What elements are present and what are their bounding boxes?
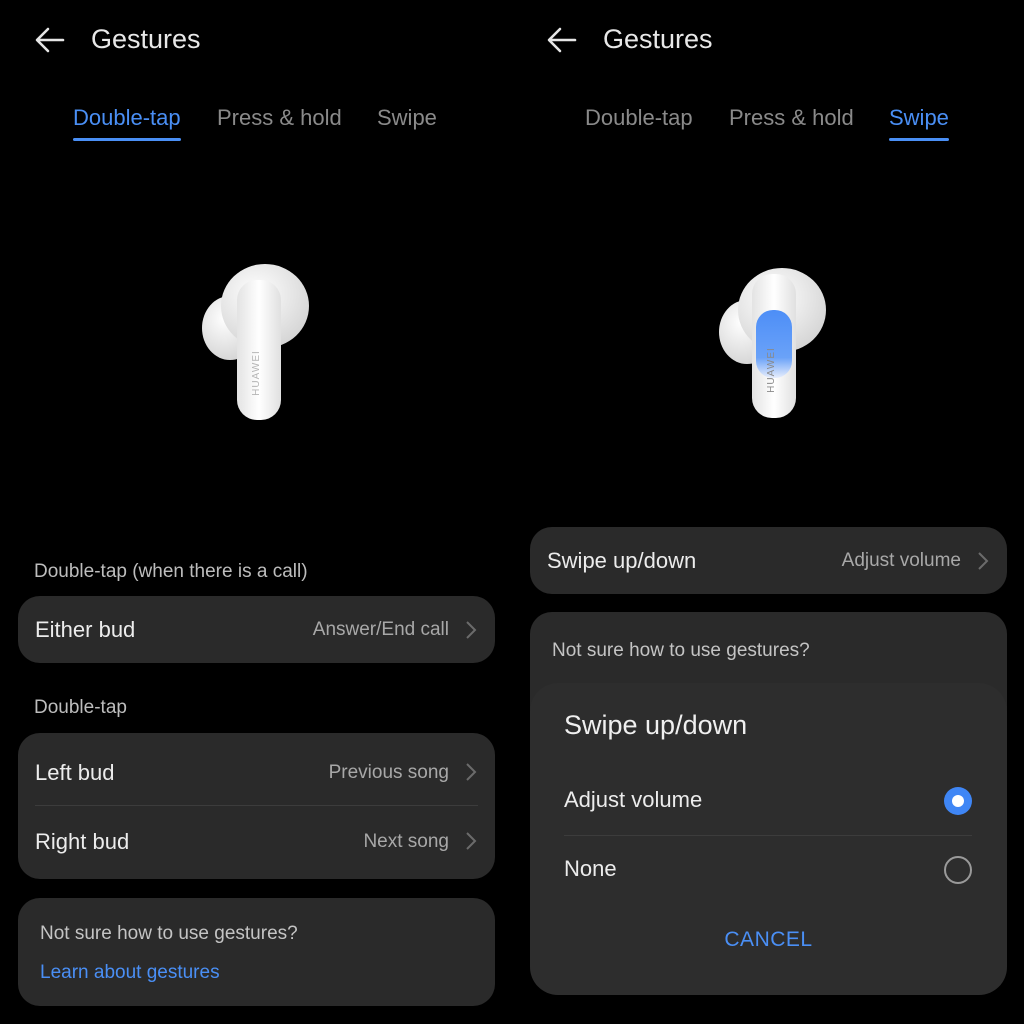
swipe-up-down-label: Swipe up/down — [547, 548, 697, 573]
option-label: None — [564, 856, 617, 881]
option-none[interactable]: None — [530, 836, 1007, 904]
help-card: Not sure how to use gestures? Learn abou… — [18, 898, 495, 1006]
back-arrow-icon[interactable] — [544, 22, 580, 58]
left-bud-row[interactable]: Left bud Previous song — [18, 733, 495, 806]
right-bud-value: Next song — [363, 831, 449, 852]
swipe-options-dialog: Swipe up/down Adjust volume None CANCEL — [530, 683, 1007, 995]
page-title: Gestures — [91, 24, 201, 54]
swipe-up-down-row[interactable]: Swipe up/down Adjust volume — [530, 527, 1007, 594]
radio-selected-icon[interactable] — [944, 787, 972, 815]
chevron-right-icon — [466, 763, 477, 781]
right-bud-label: Right bud — [35, 829, 130, 854]
left-bud-label: Left bud — [35, 760, 115, 785]
tab-swipe[interactable]: Swipe — [377, 103, 437, 133]
either-bud-label: Either bud — [35, 617, 136, 642]
double-tap-screen: Gestures Double-tap Press & hold Swipe H… — [0, 0, 512, 1024]
double-tap-section-label: Double-tap — [34, 697, 127, 718]
tab-double-tap[interactable]: Double-tap — [585, 103, 693, 133]
chevron-right-icon — [466, 832, 477, 850]
swipe-up-down-value: Adjust volume — [841, 550, 961, 571]
help-question: Not sure how to use gestures? — [552, 640, 810, 661]
chevron-right-icon — [978, 552, 989, 570]
chevron-right-icon — [466, 621, 477, 639]
help-question: Not sure how to use gestures? — [40, 923, 298, 944]
either-bud-value: Answer/End call — [312, 619, 449, 640]
earbud-illustration: HUAWEI — [202, 264, 309, 420]
right-bud-row[interactable]: Right bud Next song — [18, 806, 495, 879]
option-adjust-volume[interactable]: Adjust volume — [530, 767, 1007, 835]
swipe-card: Swipe up/down Adjust volume — [530, 527, 1007, 594]
tab-double-tap[interactable]: Double-tap — [73, 103, 181, 141]
tab-swipe[interactable]: Swipe — [889, 103, 949, 141]
tab-press-hold[interactable]: Press & hold — [217, 103, 342, 133]
radio-unselected-icon[interactable] — [944, 856, 972, 884]
dialog-title: Swipe up/down — [564, 710, 748, 740]
tab-press-hold[interactable]: Press & hold — [729, 103, 854, 133]
earbud-swipe-illustration: HUAWEI — [719, 268, 826, 418]
earbud-brand-text: HUAWEI — [251, 350, 262, 396]
learn-gestures-link[interactable]: Learn about gestures — [40, 962, 220, 984]
call-card: Either bud Answer/End call — [18, 596, 495, 663]
left-bud-value: Previous song — [328, 762, 449, 783]
swipe-screen: Gestures Double-tap Press & hold Swipe H… — [512, 0, 1024, 1024]
back-arrow-icon[interactable] — [32, 22, 68, 58]
page-title: Gestures — [603, 24, 713, 54]
option-label: Adjust volume — [564, 787, 703, 812]
earbud-brand-text: HUAWEI — [766, 347, 777, 393]
cancel-button[interactable]: CANCEL — [530, 928, 1007, 952]
either-bud-row[interactable]: Either bud Answer/End call — [18, 596, 495, 663]
call-section-label: Double-tap (when there is a call) — [34, 561, 308, 582]
double-tap-card: Left bud Previous song Right bud Next so… — [18, 733, 495, 879]
